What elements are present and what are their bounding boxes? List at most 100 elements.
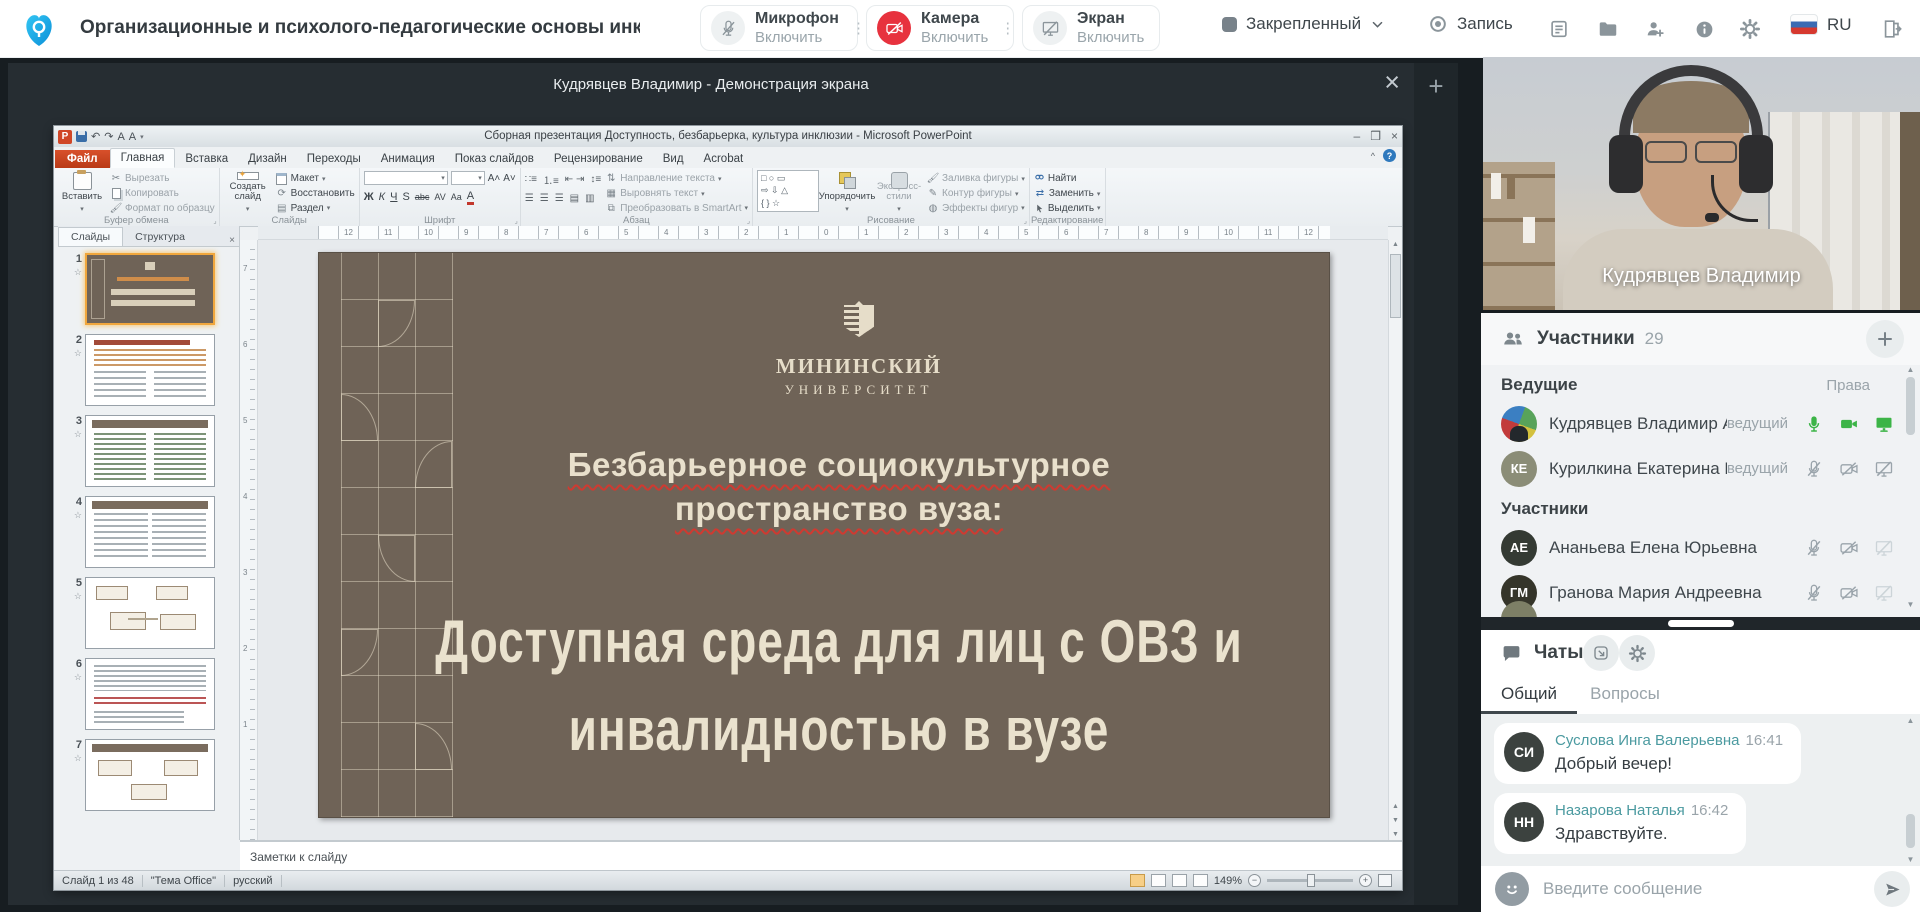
scrollbar-thumb[interactable] bbox=[1906, 814, 1915, 848]
arrange-button[interactable]: Упорядочить ▾ bbox=[823, 170, 871, 215]
mic-options-button[interactable]: ⋮ bbox=[851, 19, 866, 37]
tab-slideshow[interactable]: Показ слайдов bbox=[445, 150, 544, 168]
font-color-button[interactable]: А bbox=[467, 190, 474, 205]
change-case-button[interactable]: Aa bbox=[451, 192, 462, 202]
scroll-up-icon[interactable]: ▲ bbox=[1906, 716, 1915, 725]
slide-thumbnail[interactable]: 2☆ bbox=[60, 334, 236, 408]
screen-off-icon[interactable] bbox=[1874, 583, 1894, 603]
line-spacing-icon[interactable]: ↕≡ bbox=[590, 174, 601, 185]
slide-thumbnail[interactable]: 1☆ bbox=[60, 253, 236, 327]
notes-button[interactable] bbox=[1545, 15, 1573, 43]
tab-transitions[interactable]: Переходы bbox=[297, 150, 371, 168]
paste-button[interactable]: Вставить ▾ bbox=[58, 170, 106, 215]
slide-thumbnail[interactable]: 7☆ bbox=[60, 739, 236, 813]
tab-home[interactable]: Главная bbox=[110, 148, 176, 168]
layout-select[interactable]: Закрепленный bbox=[1222, 14, 1385, 34]
shape-outline-button[interactable]: ✎Контур фигуры▾ bbox=[927, 187, 1025, 201]
tab-animation[interactable]: Анимация bbox=[371, 150, 445, 168]
chat-scrollbar[interactable]: ▲ ▼ bbox=[1906, 718, 1915, 862]
screen-share-button[interactable]: ЭкранВключить bbox=[1022, 5, 1160, 51]
cut-button[interactable]: ✂Вырезать bbox=[110, 172, 215, 186]
new-slide-button[interactable]: Создать слайд ▾ bbox=[224, 170, 272, 215]
resize-grip[interactable] bbox=[1668, 620, 1734, 627]
find-button[interactable]: Найти bbox=[1034, 172, 1101, 186]
tab-questions[interactable]: Вопросы bbox=[1577, 676, 1673, 714]
help-icon[interactable]: ? bbox=[1383, 149, 1396, 162]
scrollbar-thumb[interactable] bbox=[1390, 254, 1401, 318]
smartart-button[interactable]: ⧉Преобразовать в SmartArt▾ bbox=[605, 201, 748, 215]
next-slide-icon[interactable]: ▼ bbox=[1389, 817, 1402, 824]
strikethrough-button[interactable]: abc bbox=[415, 192, 430, 202]
layout-button[interactable]: Макет▾ bbox=[276, 172, 355, 186]
panel-resize-handle[interactable] bbox=[1481, 617, 1920, 630]
dialog-launcher-icon[interactable]: ⌟ bbox=[747, 217, 750, 225]
select-button[interactable]: Выделить▾ bbox=[1034, 201, 1101, 215]
slide-thumbnail[interactable]: 5☆ bbox=[60, 577, 236, 651]
slide-thumbnail[interactable]: 4☆ bbox=[60, 496, 236, 570]
camera-on-icon[interactable] bbox=[1839, 414, 1859, 434]
close-screenshare-button[interactable]: × bbox=[1384, 69, 1400, 96]
dialog-launcher-icon[interactable]: ⌟ bbox=[1024, 217, 1027, 225]
send-button[interactable] bbox=[1874, 871, 1910, 907]
camera-off-icon[interactable] bbox=[1839, 538, 1859, 558]
ppt-vertical-scrollbar[interactable]: ▲ ▲ ▼ ▼ bbox=[1388, 240, 1402, 840]
tab-outline[interactable]: Структура bbox=[123, 228, 197, 246]
chat-popout-button[interactable] bbox=[1583, 635, 1619, 671]
add-tab-button[interactable]: + bbox=[1414, 71, 1458, 102]
chat-message[interactable]: НН Назарова Наталья16:42 Здравствуйте. bbox=[1494, 793, 1746, 854]
participant-row[interactable]: АЕ Ананьева Елена Юрьевна bbox=[1481, 525, 1920, 570]
previous-slide-icon[interactable]: ▲ bbox=[1389, 803, 1402, 810]
ppt-minimize-button[interactable]: – bbox=[1354, 129, 1361, 143]
participant-row[interactable]: ГМ Гранова Мария Андреевна bbox=[1481, 570, 1920, 615]
slide-sorter-button[interactable] bbox=[1151, 874, 1166, 887]
reset-button[interactable]: ⟳Восстановить bbox=[276, 187, 355, 201]
zoom-in-button[interactable]: + bbox=[1359, 874, 1372, 887]
justify-icon[interactable]: ▤ bbox=[570, 193, 579, 204]
slide-thumbnail[interactable]: 6☆ bbox=[60, 658, 236, 732]
invite-button[interactable] bbox=[1641, 15, 1669, 43]
align-text-button[interactable]: ▦Выровнять текст▾ bbox=[605, 187, 748, 201]
quick-styles-button[interactable]: Экспресс-стили ▾ bbox=[875, 170, 923, 215]
shape-fill-button[interactable]: 🖌Заливка фигуры▾ bbox=[927, 172, 1025, 186]
participant-row[interactable]: КЕ Курилкина Екатерина Ви... ведущий bbox=[1481, 446, 1920, 491]
screen-off-icon[interactable] bbox=[1874, 538, 1894, 558]
char-spacing-button[interactable]: AV bbox=[434, 192, 445, 202]
proofing-language[interactable]: русский bbox=[233, 875, 272, 887]
tab-view[interactable]: Вид bbox=[653, 150, 694, 168]
mic-off-icon[interactable] bbox=[1804, 583, 1824, 603]
camera-options-button[interactable]: ⋮ bbox=[1000, 19, 1015, 37]
zoom-out-button[interactable]: − bbox=[1248, 874, 1261, 887]
font-grow-button[interactable]: A˄ bbox=[488, 170, 501, 186]
chat-message[interactable]: СИ Суслова Инга Валерьевна16:41 Добрый в… bbox=[1494, 723, 1801, 784]
language-select[interactable]: RU bbox=[1790, 14, 1852, 35]
font-name-select[interactable]: ▾ bbox=[364, 171, 448, 185]
numbering-icon[interactable]: ⒈≡ bbox=[543, 172, 559, 187]
close-pane-icon[interactable]: × bbox=[229, 235, 235, 246]
add-participant-button[interactable] bbox=[1866, 320, 1904, 358]
scroll-up-icon[interactable]: ▲ bbox=[1389, 241, 1402, 248]
align-left-icon[interactable]: ☰ bbox=[525, 193, 534, 204]
section-button[interactable]: ▤Раздел▾ bbox=[276, 201, 355, 215]
tab-general-chat[interactable]: Общий bbox=[1481, 676, 1577, 714]
screen-off-icon[interactable] bbox=[1874, 459, 1894, 479]
tab-file[interactable]: Файл bbox=[55, 150, 110, 168]
fit-to-window-button[interactable] bbox=[1378, 874, 1392, 887]
slide-canvas[interactable]: МИНИНСКИЙ УНИВЕРСИТЕТ Безбарьерное социо… bbox=[318, 252, 1330, 818]
scroll-down-icon[interactable]: ▼ bbox=[1906, 855, 1915, 864]
slide-thumbnail[interactable]: 3☆ bbox=[60, 415, 236, 489]
zoom-slider-thumb[interactable] bbox=[1307, 874, 1315, 887]
shapes-gallery[interactable]: □ ○ ▭ ⇨ ⇩ △ { } ☆ bbox=[757, 170, 819, 212]
leave-button[interactable] bbox=[1878, 15, 1906, 43]
scroll-down-icon[interactable]: ▼ bbox=[1906, 600, 1915, 609]
zoom-slider[interactable] bbox=[1267, 879, 1353, 882]
indent-icons[interactable]: ⇤ ⇥ bbox=[565, 174, 585, 185]
mic-toggle-button[interactable]: МикрофонВключить ⋮ bbox=[700, 5, 858, 51]
ppt-close-button[interactable]: × bbox=[1391, 129, 1398, 143]
tab-acrobat[interactable]: Acrobat bbox=[694, 150, 754, 168]
screen-on-icon[interactable] bbox=[1874, 414, 1894, 434]
mic-on-icon[interactable] bbox=[1804, 414, 1824, 434]
chat-message-input[interactable] bbox=[1541, 878, 1874, 900]
font-size-select[interactable]: ▾ bbox=[451, 171, 485, 185]
columns-icon[interactable]: ▥ bbox=[585, 193, 594, 204]
collapse-ribbon-icon[interactable]: ^ bbox=[1371, 151, 1375, 161]
